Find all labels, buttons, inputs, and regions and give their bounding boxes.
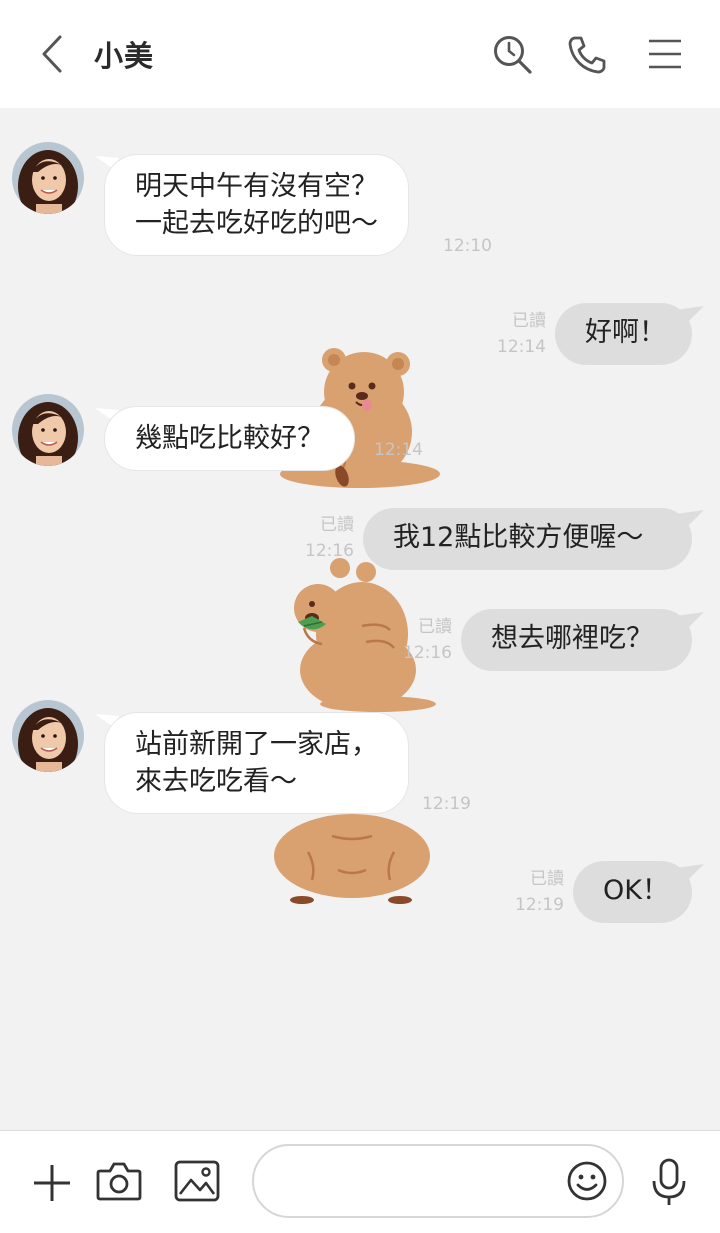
read-receipt: 已讀 — [320, 515, 354, 535]
bubble-tail — [676, 864, 704, 882]
message-time: 12:16 — [403, 643, 452, 663]
message-line: 來去吃吃看～ — [135, 766, 297, 797]
message-input-bar — [0, 1130, 720, 1233]
message-input[interactable] — [252, 1144, 624, 1218]
message-meta: 已讀 12:19 — [508, 866, 564, 918]
contact-avatar[interactable] — [12, 142, 84, 214]
bubble-tail — [676, 612, 704, 630]
message-meta: 已讀 12:16 — [298, 512, 354, 564]
message-line: 站前新開了一家店， — [135, 729, 378, 760]
incoming-message-bubble[interactable]: 幾點吃比較好？ — [104, 406, 355, 471]
message-line: 一起去吃好吃的吧～ — [135, 208, 378, 239]
smiley-icon[interactable] — [566, 1160, 608, 1202]
outgoing-message-bubble[interactable]: OK！ — [573, 861, 692, 923]
message-meta: 已讀 12:16 — [396, 614, 452, 666]
bubble-tail — [676, 510, 704, 528]
message-time: 12:16 — [305, 541, 354, 561]
avatar-photo — [12, 700, 84, 772]
message-time: 12:14 — [497, 337, 546, 357]
bubble-tail — [676, 306, 704, 324]
outgoing-message-bubble[interactable]: 我12點比較方便喔～ — [363, 508, 692, 570]
read-receipt: 已讀 — [512, 311, 546, 331]
message-meta: 已讀 12:14 — [490, 308, 546, 360]
message-time: 12:19 — [422, 794, 471, 814]
message-text: 好啊！ — [585, 317, 666, 348]
message-time: 12:19 — [515, 895, 564, 915]
plus-icon[interactable] — [30, 1161, 74, 1205]
message-text: 我12點比較方便喔～ — [393, 522, 644, 553]
incoming-message-bubble[interactable]: 站前新開了一家店， 來去吃吃看～ — [104, 712, 409, 814]
message-time: 12:10 — [443, 236, 492, 256]
quokka-sticker-lying[interactable] — [268, 800, 434, 910]
outgoing-message-bubble[interactable]: 好啊！ — [555, 303, 692, 365]
incoming-message-bubble[interactable]: 明天中午有沒有空？ 一起去吃好吃的吧～ — [104, 154, 409, 256]
message-list[interactable]: 明天中午有沒有空？ 一起去吃好吃的吧～ 12:10 已讀 12:14 好啊！ 幾… — [0, 0, 720, 1130]
message-time: 12:14 — [374, 440, 423, 460]
camera-icon[interactable] — [96, 1159, 142, 1203]
message-text: OK！ — [603, 875, 669, 906]
contact-avatar[interactable] — [12, 700, 84, 772]
avatar-photo — [12, 394, 84, 466]
outgoing-message-bubble[interactable]: 想去哪裡吃？ — [461, 609, 692, 671]
avatar-photo — [12, 142, 84, 214]
microphone-icon[interactable] — [650, 1157, 688, 1207]
contact-avatar[interactable] — [12, 394, 84, 466]
message-text: 幾點吃比較好？ — [135, 423, 324, 454]
message-line: 明天中午有沒有空？ — [135, 171, 378, 202]
read-receipt: 已讀 — [530, 869, 564, 889]
read-receipt: 已讀 — [418, 617, 452, 637]
image-icon[interactable] — [174, 1160, 220, 1202]
message-text: 想去哪裡吃？ — [491, 623, 653, 654]
